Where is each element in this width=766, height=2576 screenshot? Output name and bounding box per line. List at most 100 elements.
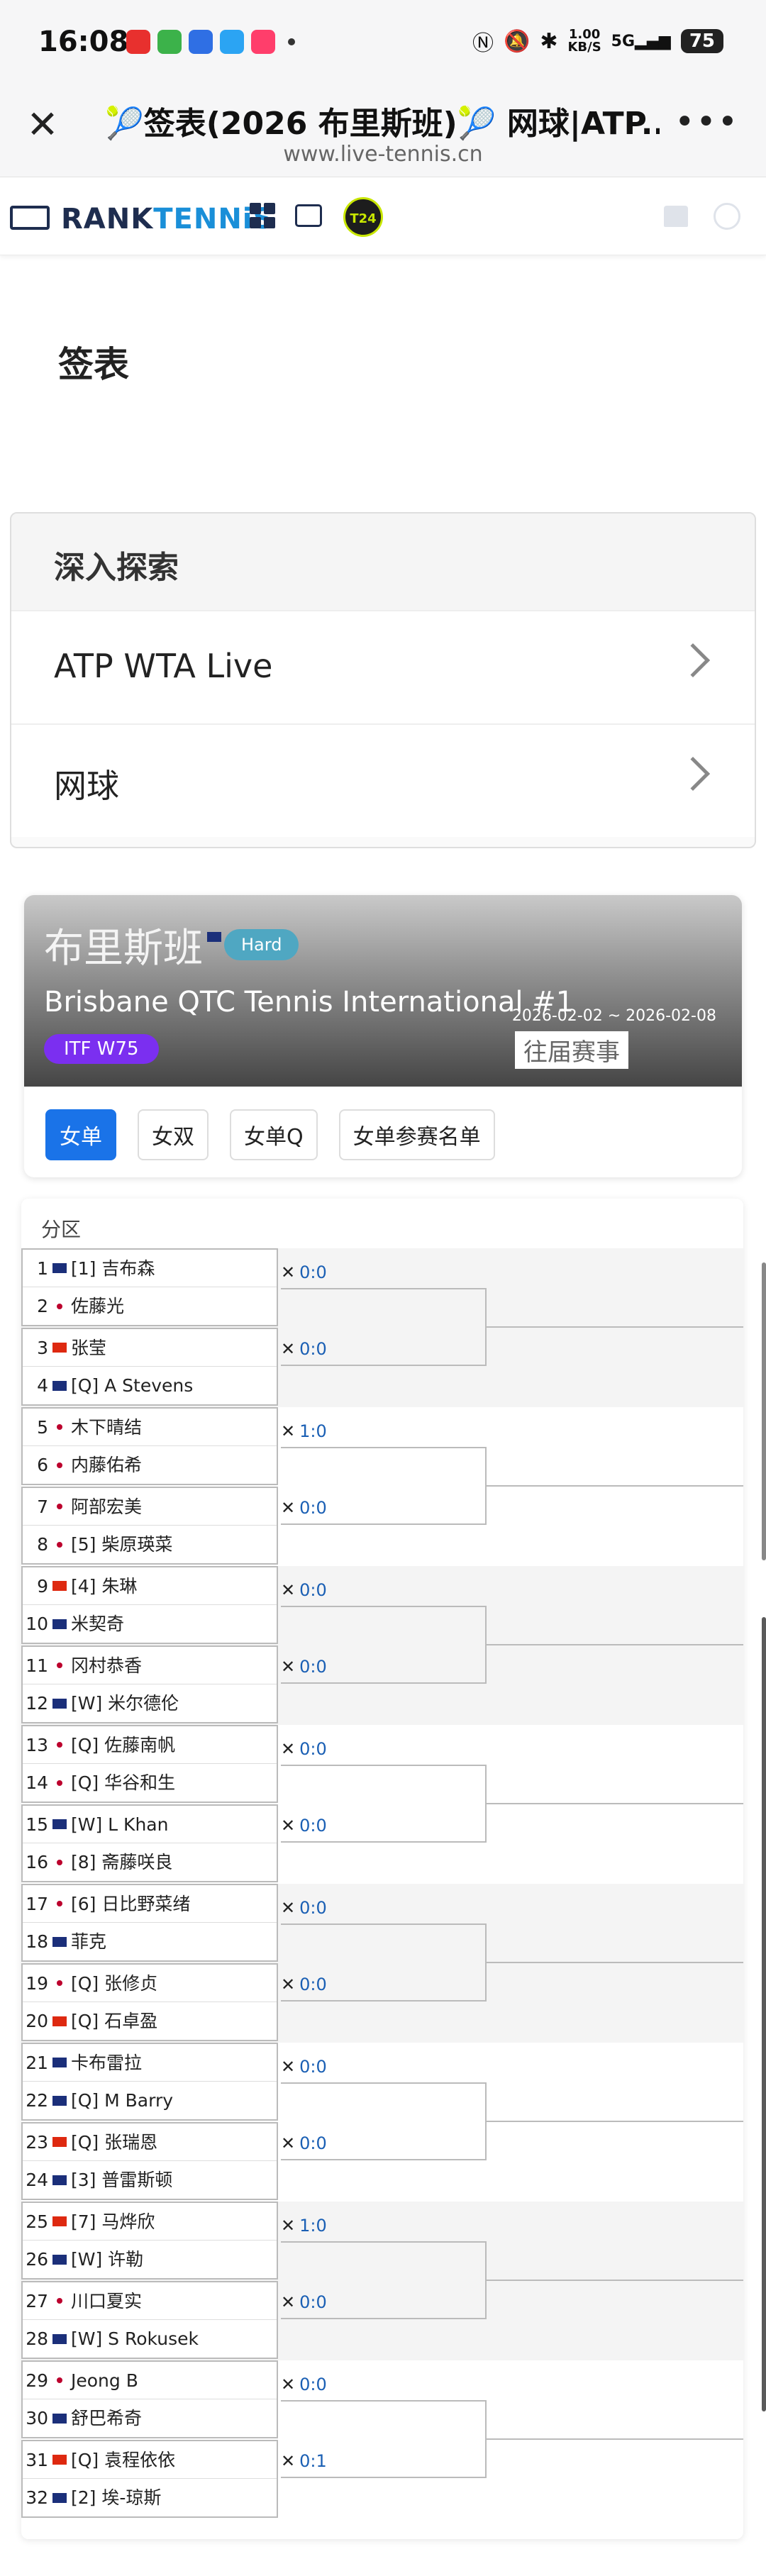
- match-box[interactable]: 19 [Q] 张修贞 20 [Q] 石卓盈: [21, 1963, 278, 2041]
- match-box[interactable]: 27 川口夏实 28 [W] S Rokusek: [21, 2281, 278, 2359]
- player-name[interactable]: 川口夏实: [71, 2282, 142, 2320]
- player-name[interactable]: 米契奇: [71, 1605, 124, 1643]
- player-name[interactable]: [Q] 张修贞: [71, 1965, 157, 2002]
- player-name[interactable]: [Q] M Barry: [71, 2082, 173, 2119]
- match-score[interactable]: ✕ 0:0: [281, 2375, 327, 2394]
- player-row[interactable]: 17 [6] 日比野菜绪: [23, 1885, 277, 1923]
- match-box[interactable]: 21 卡布雷拉 22 [Q] M Barry: [21, 2043, 278, 2121]
- scrollbar[interactable]: [762, 1262, 766, 1560]
- player-name[interactable]: 舒巴希奇: [71, 2399, 142, 2437]
- player-row[interactable]: 9 [4] 朱琳: [23, 1567, 277, 1605]
- player-name[interactable]: [W] 许勒: [71, 2241, 143, 2278]
- player-row[interactable]: 15 [W] L Khan: [23, 1806, 277, 1843]
- player-name[interactable]: [4] 朱琳: [71, 1567, 137, 1605]
- player-name[interactable]: Jeong B: [71, 2362, 138, 2399]
- match-box[interactable]: 23 [Q] 张瑞恩 24 [3] 普雷斯顿: [21, 2122, 278, 2200]
- match-box[interactable]: 25 [7] 马烨欣 26 [W] 许勒: [21, 2202, 278, 2280]
- match-score[interactable]: ✕ 0:0: [281, 1739, 327, 1759]
- player-row[interactable]: 3 张莹: [23, 1329, 277, 1367]
- player-name[interactable]: 阿部宏美: [71, 1488, 142, 1526]
- player-row[interactable]: 25 [7] 马烨欣: [23, 2203, 277, 2241]
- player-row[interactable]: 32 [2] 埃-琼斯: [23, 2479, 277, 2516]
- player-row[interactable]: 2 佐藤光: [23, 1287, 277, 1325]
- player-name[interactable]: [Q] 石卓盈: [71, 2002, 157, 2040]
- explore-item-tennis[interactable]: 网球: [11, 723, 755, 837]
- player-name[interactable]: 木下晴结: [71, 1409, 142, 1446]
- match-box[interactable]: 5 木下晴结 6 内藤佑希: [21, 1407, 278, 1485]
- player-row[interactable]: 27 川口夏实: [23, 2282, 277, 2320]
- player-name[interactable]: [3] 普雷斯顿: [71, 2161, 172, 2199]
- match-score[interactable]: ✕ 0:0: [281, 1898, 327, 1918]
- player-name[interactable]: 卡布雷拉: [71, 2044, 142, 2082]
- player-name[interactable]: [W] L Khan: [71, 1806, 168, 1843]
- player-name[interactable]: [Q] 张瑞恩: [71, 2123, 157, 2161]
- player-row[interactable]: 4 [Q] A Stevens: [23, 1367, 277, 1404]
- player-row[interactable]: 18 菲克: [23, 1923, 277, 1960]
- match-box[interactable]: 3 张莹 4 [Q] A Stevens: [21, 1328, 278, 1406]
- player-name[interactable]: 菲克: [71, 1923, 106, 1960]
- match-score[interactable]: ✕ 1:0: [281, 1421, 327, 1441]
- player-row[interactable]: 8 [5] 柴原瑛菜: [23, 1526, 277, 1563]
- video-icon[interactable]: [295, 204, 322, 227]
- tab-womens-singles[interactable]: 女单: [45, 1109, 116, 1160]
- player-row[interactable]: 13 [Q] 佐藤南帆: [23, 1726, 277, 1764]
- tab-womens-singles-qualifying[interactable]: 女单Q: [230, 1109, 318, 1160]
- close-icon[interactable]: ✕: [21, 104, 64, 146]
- match-box[interactable]: 17 [6] 日比野菜绪 18 菲克: [21, 1884, 278, 1962]
- site-logo[interactable]: RANKTENNiS: [61, 203, 274, 235]
- player-name[interactable]: [6] 日比野菜绪: [71, 1885, 190, 1923]
- player-row[interactable]: 7 阿部宏美: [23, 1488, 277, 1526]
- match-box[interactable]: 11 冈村恭香 12 [W] 米尔德伦: [21, 1645, 278, 1723]
- explore-item-atp-wta-live[interactable]: ATP WTA Live: [11, 610, 755, 723]
- player-name[interactable]: [7] 马烨欣: [71, 2203, 155, 2241]
- court-logo-icon[interactable]: [10, 206, 50, 230]
- player-row[interactable]: 5 木下晴结: [23, 1409, 277, 1446]
- page-url[interactable]: www.live-tennis.cn: [0, 142, 766, 167]
- player-name[interactable]: [Q] A Stevens: [71, 1367, 193, 1404]
- player-name[interactable]: 张莹: [71, 1329, 106, 1367]
- match-box[interactable]: 7 阿部宏美 8 [5] 柴原瑛菜: [21, 1487, 278, 1565]
- tab-womens-entry-list[interactable]: 女单参赛名单: [338, 1109, 495, 1160]
- match-box[interactable]: 13 [Q] 佐藤南帆 14 [Q] 华谷和生: [21, 1725, 278, 1803]
- player-row[interactable]: 19 [Q] 张修贞: [23, 1965, 277, 2002]
- player-row[interactable]: 10 米契奇: [23, 1605, 277, 1643]
- match-score[interactable]: ✕ 0:0: [281, 1580, 327, 1600]
- match-box[interactable]: 15 [W] L Khan 16 [8] 斋藤咲良: [21, 1804, 278, 1882]
- player-row[interactable]: 26 [W] 许勒: [23, 2241, 277, 2278]
- tab-womens-doubles[interactable]: 女双: [138, 1109, 209, 1160]
- player-name[interactable]: [1] 吉布森: [71, 1250, 155, 1287]
- match-score[interactable]: ✕ 0:0: [281, 2057, 327, 2077]
- player-row[interactable]: 22 [Q] M Barry: [23, 2082, 277, 2119]
- shirt-icon[interactable]: [664, 206, 688, 227]
- globe-icon[interactable]: [714, 203, 740, 230]
- player-row[interactable]: 12 [W] 米尔德伦: [23, 1684, 277, 1722]
- player-name[interactable]: [Q] 佐藤南帆: [71, 1726, 175, 1764]
- player-row[interactable]: 20 [Q] 石卓盈: [23, 2002, 277, 2040]
- past-events-button[interactable]: 往届赛事: [515, 1031, 628, 1069]
- player-name[interactable]: 冈村恭香: [71, 1647, 142, 1684]
- player-row[interactable]: 24 [3] 普雷斯顿: [23, 2161, 277, 2199]
- player-row[interactable]: 29 Jeong B: [23, 2362, 277, 2399]
- more-options-icon[interactable]: •••: [675, 102, 739, 142]
- player-name[interactable]: [Q] 华谷和生: [71, 1764, 175, 1801]
- player-row[interactable]: 28 [W] S Rokusek: [23, 2320, 277, 2358]
- player-name[interactable]: [W] S Rokusek: [71, 2320, 199, 2358]
- match-box[interactable]: 29 Jeong B 30 舒巴希奇: [21, 2360, 278, 2438]
- match-score[interactable]: ✕ 1:0: [281, 2216, 327, 2236]
- player-row[interactable]: 14 [Q] 华谷和生: [23, 1764, 277, 1801]
- player-name[interactable]: 佐藤光: [71, 1287, 124, 1325]
- player-name[interactable]: [8] 斋藤咲良: [71, 1843, 172, 1881]
- match-box[interactable]: 1 [1] 吉布森 2 佐藤光: [21, 1248, 278, 1326]
- player-name[interactable]: [2] 埃-琼斯: [71, 2479, 161, 2516]
- player-row[interactable]: 31 [Q] 袁程依依: [23, 2441, 277, 2479]
- player-name[interactable]: [W] 米尔德伦: [71, 1684, 179, 1722]
- scrollbar-thumb[interactable]: [762, 1617, 766, 2411]
- player-row[interactable]: 16 [8] 斋藤咲良: [23, 1843, 277, 1881]
- match-box[interactable]: 31 [Q] 袁程依依 32 [2] 埃-琼斯: [21, 2440, 278, 2518]
- player-row[interactable]: 1 [1] 吉布森: [23, 1250, 277, 1287]
- player-name[interactable]: 内藤佑希: [71, 1446, 142, 1484]
- player-row[interactable]: 6 内藤佑希: [23, 1446, 277, 1484]
- player-row[interactable]: 23 [Q] 张瑞恩: [23, 2123, 277, 2161]
- match-box[interactable]: 9 [4] 朱琳 10 米契奇: [21, 1566, 278, 1644]
- player-name[interactable]: [5] 柴原瑛菜: [71, 1526, 172, 1563]
